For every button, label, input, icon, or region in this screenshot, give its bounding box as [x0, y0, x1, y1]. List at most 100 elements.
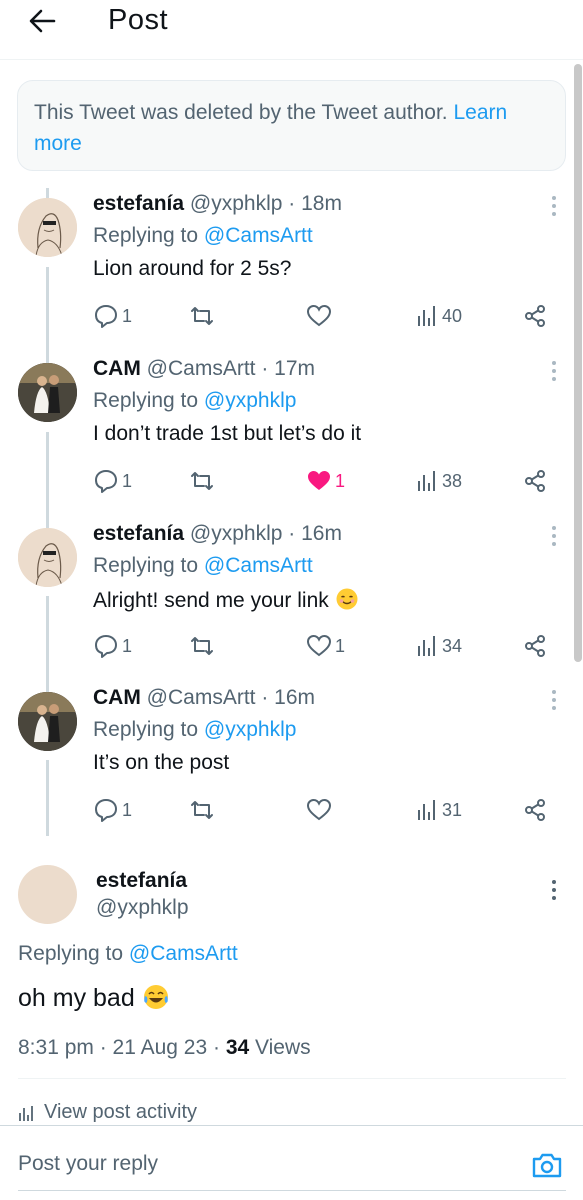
views-count: 34: [225, 1036, 250, 1059]
share-button[interactable]: [523, 632, 547, 660]
author-handle[interactable]: @CamsArtt: [147, 357, 256, 380]
like-button[interactable]: 1: [306, 632, 345, 660]
share-button[interactable]: [523, 467, 547, 495]
mention-link[interactable]: @CamsArtt: [129, 942, 238, 965]
deleted-notice-text: This Tweet was deleted by the Tweet auth…: [34, 101, 448, 124]
mention-link[interactable]: @CamsArtt: [204, 554, 313, 577]
tweet-actions: 1 31: [93, 796, 563, 824]
retweet-button[interactable]: [189, 796, 218, 824]
author-name[interactable]: CAM: [93, 357, 141, 380]
author-handle[interactable]: @yxphklp: [96, 896, 189, 920]
author-name[interactable]: estefanía: [93, 522, 184, 545]
retweet-icon: [189, 468, 215, 494]
reply-count: 1: [122, 635, 133, 656]
author-name[interactable]: estefanía: [93, 192, 184, 215]
like-icon: [306, 303, 332, 329]
view-activity-link[interactable]: View post activity: [18, 1101, 197, 1124]
retweet-button[interactable]: [189, 302, 218, 330]
like-button[interactable]: [306, 796, 335, 824]
reply-button[interactable]: 1: [93, 796, 132, 824]
retweet-icon: [189, 633, 215, 659]
more-options-icon[interactable]: [542, 688, 566, 712]
views-button[interactable]: 38: [415, 467, 462, 495]
views-button[interactable]: 40: [415, 302, 462, 330]
reply-button[interactable]: 1: [93, 467, 132, 495]
tweet-time[interactable]: · 17m: [261, 357, 315, 380]
avatar[interactable]: [18, 865, 77, 924]
tweet-header: CAM @CamsArtt · 16m: [93, 686, 315, 710]
replying-to: Replying to @yxphklp: [93, 718, 296, 742]
tweet-text-content: Alright! send me your link: [93, 589, 329, 612]
views-icon: [415, 798, 439, 822]
replying-to: Replying to @CamsArtt: [18, 942, 238, 966]
author-name[interactable]: estefanía: [96, 869, 187, 893]
like-button[interactable]: [306, 302, 335, 330]
share-icon: [523, 304, 547, 328]
tears-of-joy-emoji: [143, 985, 168, 1009]
retweet-icon: [189, 303, 215, 329]
views-count: 34: [442, 635, 463, 656]
reply-button[interactable]: 1: [93, 632, 132, 660]
back-arrow-icon[interactable]: [26, 5, 58, 37]
avatar[interactable]: [18, 198, 77, 257]
more-options-icon[interactable]: [542, 878, 566, 902]
retweet-button[interactable]: [189, 467, 218, 495]
reply-tweet[interactable]: estefanía @yxphklp · 16m Replying to @Cam…: [0, 520, 583, 685]
views-count: 31: [442, 799, 463, 820]
tweet-header: estefanía @yxphklp · 18m: [93, 192, 342, 216]
more-options-icon[interactable]: [542, 194, 566, 218]
tweet-text: I don’t trade 1st but let’s do it: [93, 422, 361, 446]
reply-count: 1: [122, 470, 133, 491]
retweet-icon: [189, 797, 215, 823]
share-button[interactable]: [523, 302, 547, 330]
tweet-header: CAM @CamsArtt · 17m: [93, 357, 315, 381]
avatar[interactable]: [18, 692, 77, 751]
tweet-time[interactable]: · 16m: [288, 522, 342, 545]
views-button[interactable]: 34: [415, 632, 462, 660]
avatar[interactable]: [18, 528, 77, 587]
top-bar: Post: [0, 0, 583, 60]
tweet-text: Alright! send me your link: [93, 587, 359, 613]
reply-underline: [18, 1190, 566, 1191]
camera-icon[interactable]: [530, 1148, 564, 1182]
more-options-icon[interactable]: [542, 524, 566, 548]
author-handle[interactable]: @yxphklp: [190, 522, 283, 545]
author-name[interactable]: CAM: [93, 686, 141, 709]
share-icon: [523, 469, 547, 493]
analytics-icon: [19, 1105, 33, 1121]
share-icon: [523, 634, 547, 658]
like-count: 1: [335, 470, 346, 491]
reply-tweet[interactable]: CAM @CamsArtt · 17m Replying to @yxphklp I…: [0, 355, 583, 520]
post-timestamp: 8:31 pm · 21 Aug 23 · 34 Views: [18, 1036, 311, 1060]
replying-to-label: Replying to: [93, 389, 199, 412]
mention-link[interactable]: @CamsArtt: [204, 224, 313, 247]
share-icon: [523, 798, 547, 822]
more-options-icon[interactable]: [542, 359, 566, 383]
tweet-time[interactable]: · 16m: [261, 686, 315, 709]
retweet-button[interactable]: [189, 632, 218, 660]
reply-tweet[interactable]: CAM @CamsArtt · 16m Replying to @yxphklp I…: [0, 684, 583, 849]
views-label: Views: [255, 1036, 311, 1059]
reply-input[interactable]: Post your reply: [18, 1152, 158, 1176]
like-icon: [306, 797, 332, 823]
tweet-text-content: I don’t trade 1st but let’s do it: [93, 422, 362, 445]
timestamp: 8:31 pm · 21 Aug 23 ·: [18, 1036, 220, 1059]
like-count: 1: [335, 635, 346, 656]
reply-tweet[interactable]: estefanía @yxphklp · 18m Replying to @Cam…: [0, 190, 583, 355]
reply-icon: [93, 468, 119, 494]
divider: [18, 1078, 566, 1079]
author-handle[interactable]: @CamsArtt: [147, 686, 256, 709]
smiling-face-emoji: [335, 588, 359, 612]
reply-button[interactable]: 1: [93, 302, 132, 330]
like-button[interactable]: 1: [306, 467, 345, 495]
tweet-time[interactable]: · 18m: [288, 192, 342, 215]
mention-link[interactable]: @yxphklp: [204, 389, 297, 412]
share-button[interactable]: [523, 796, 547, 824]
deleted-tweet-notice: This Tweet was deleted by the Tweet auth…: [17, 80, 566, 171]
tweet-actions: 1 40: [93, 302, 563, 330]
views-button[interactable]: 31: [415, 796, 462, 824]
avatar[interactable]: [18, 363, 77, 422]
mention-link[interactable]: @yxphklp: [204, 718, 297, 741]
post-text: oh my bad: [18, 983, 170, 1013]
author-handle[interactable]: @yxphklp: [190, 192, 283, 215]
